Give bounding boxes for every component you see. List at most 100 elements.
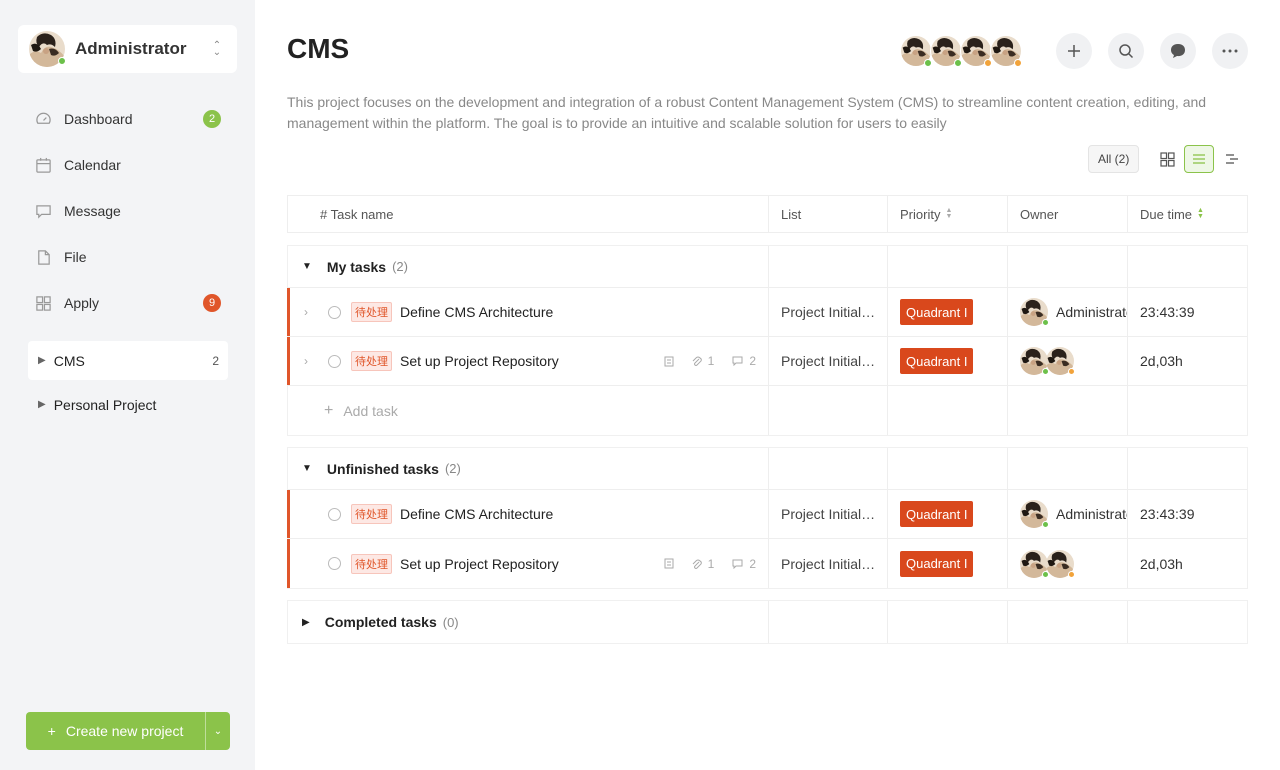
task-list: Project Initial… [781,506,876,522]
add-button[interactable] [1056,33,1092,69]
table-row[interactable]: › 待处理 Define CMS Architecture Project In… [287,288,1247,337]
chevron-updown-icon: ⌃ ⌄ [212,40,222,58]
status-tag: 待处理 [351,553,392,574]
group-count: (0) [442,614,459,630]
nav-label: Apply [64,295,100,311]
paperclip-icon [692,356,702,366]
user-avatar [29,31,66,67]
sort-icon[interactable]: ▲ ▼ [1197,207,1204,220]
caret-right-icon[interactable]: ▶ [38,355,46,366]
gauge-icon [36,112,51,124]
sort-icon[interactable]: ▲ ▼ [945,207,952,220]
caret-right-icon[interactable]: ▶ [302,617,310,628]
column-owner: Owner [1007,196,1127,232]
create-project-button[interactable]: + Create new project [26,712,206,750]
avatar [960,35,992,67]
group-title: My tasks [326,258,387,275]
column-label: Due time [1140,206,1193,222]
complete-checkbox[interactable] [328,507,341,521]
nav-label: Dashboard [64,111,133,127]
nav-item-apply[interactable]: Apply 9 [28,280,228,326]
user-name: Administrator [75,39,187,58]
notification-badge: 2 [203,110,221,128]
list-view-button[interactable] [1184,145,1214,173]
nav-item-file[interactable]: File [28,234,228,280]
nav-item-message[interactable]: Message [28,188,228,234]
project-item-cms[interactable]: ▶ CMS 2 [28,341,228,380]
priority-badge[interactable]: Quadrant I [900,550,974,577]
status-tag: 待处理 [351,351,392,371]
table-row[interactable]: › 待处理 Set up Project Repository 1 2 Proj… [287,337,1247,386]
search-icon [1119,44,1134,59]
member-avatars[interactable] [900,35,1022,67]
grid-view-button[interactable] [1152,145,1182,173]
avatar [900,35,932,67]
due-time: 23:43:39 [1140,506,1195,522]
nav-item-dashboard[interactable]: Dashboard 2 [28,96,228,142]
group-header[interactable]: ▶ Completed tasks (0) [288,601,1247,643]
nav-item-calendar[interactable]: Calendar [28,142,228,188]
grid-view-icon [1159,151,1175,167]
priority-badge[interactable]: Quadrant I [900,501,974,527]
chat-bubble-icon [1171,44,1185,58]
avatar [1046,347,1075,375]
task-list: Project Initial… [781,304,876,320]
chevron-down-icon: ⌄ [213,725,223,737]
add-task-label[interactable]: Add task [343,403,397,419]
comment-icon [732,559,743,569]
group-count: (2) [392,259,408,274]
table-header: # Task name List Priority ▲ ▼ Owner Due ti… [287,195,1248,233]
gantt-view-button[interactable] [1217,145,1247,173]
owner-name: Administrator [1056,506,1127,522]
table-row[interactable]: 待处理 Set up Project Repository 1 2 Projec… [287,539,1247,588]
column-priority[interactable]: Priority ▲ ▼ [887,196,1007,232]
group-header[interactable]: ▼ Unfinished tasks (2) [288,448,1247,490]
ellipsis-icon [1222,49,1238,53]
avatar [930,35,962,67]
complete-checkbox[interactable] [328,557,341,570]
task-name[interactable]: Set up Project Repository [400,556,664,572]
avatar [1020,500,1049,528]
attachment-count: 1 [692,354,714,368]
avatar [990,35,1022,67]
task-name[interactable]: Set up Project Repository [400,353,664,369]
status-tag: 待处理 [351,504,392,524]
chat-button[interactable] [1160,33,1196,69]
chevron-right-icon[interactable]: › [304,354,318,368]
add-task-row[interactable]: + Add task [288,386,1247,435]
sidebar: Administrator ⌃ ⌄ Dashboard 2 Calendar Me… [0,0,255,770]
create-project-label: Create new project [65,723,184,739]
priority-badge[interactable]: Quadrant I [900,299,974,325]
project-label: Personal Project [53,396,157,413]
task-name[interactable]: Define CMS Architecture [400,304,768,320]
caret-down-icon[interactable]: ▼ [302,261,312,272]
page-title: CMS [287,33,350,64]
caret-right-icon[interactable]: ▶ [38,399,46,410]
column-list: List [768,196,887,232]
task-name[interactable]: Define CMS Architecture [400,506,768,522]
avatar [1020,347,1049,375]
main-content: CMS This project focuses on the developm… [255,0,1280,770]
user-switcher[interactable]: Administrator ⌃ ⌄ [18,25,237,73]
project-description: This project focuses on the development … [287,94,1207,131]
search-button[interactable] [1108,33,1144,69]
task-list: Project Initial… [781,555,876,572]
complete-checkbox[interactable] [328,354,341,368]
description-icon [664,356,674,367]
project-count: 2 [212,353,219,368]
create-project-dropdown[interactable]: ⌄ [206,712,230,750]
group-header[interactable]: ▼ My tasks (2) [288,246,1247,288]
chevron-right-icon[interactable]: › [304,305,318,319]
priority-badge[interactable]: Quadrant I [900,348,974,374]
description-icon [664,558,674,569]
caret-down-icon[interactable]: ▼ [302,463,312,474]
column-due-time[interactable]: Due time ▲ ▼ [1127,196,1247,232]
complete-checkbox[interactable] [328,305,341,319]
project-item-personal[interactable]: ▶ Personal Project [28,385,228,424]
plus-icon [1068,45,1080,57]
status-tag: 待处理 [351,302,392,322]
group-title: Unfinished tasks [326,460,439,477]
filter-all-button[interactable]: All (2) [1088,145,1140,173]
table-row[interactable]: 待处理 Define CMS Architecture Project Init… [287,490,1247,539]
more-button[interactable] [1212,33,1248,69]
